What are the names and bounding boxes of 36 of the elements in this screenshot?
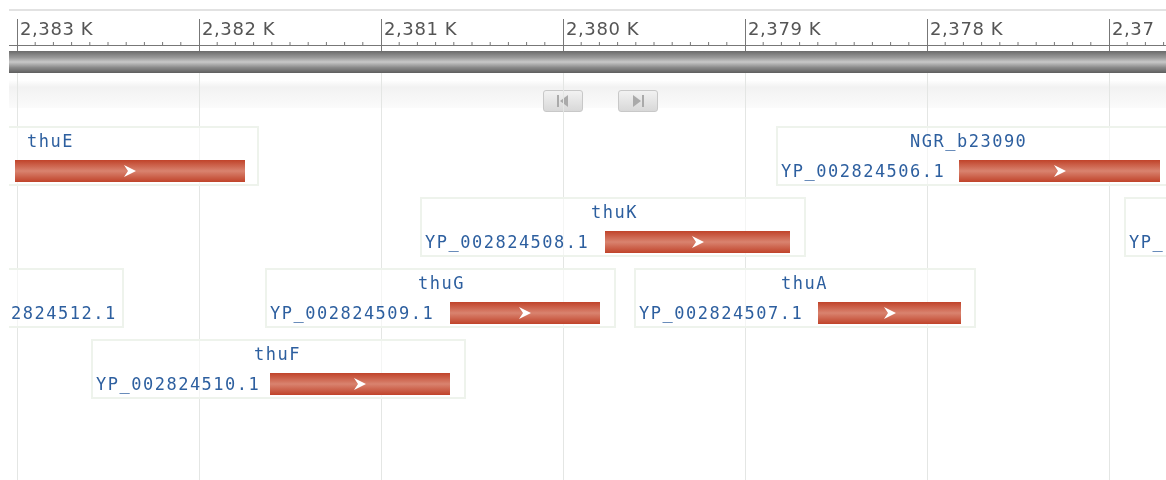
ruler-label: 2,378 K [930, 18, 1004, 40]
locus-tag: YP_ [1129, 232, 1165, 252]
locus-tag: YP_002824509.1 [270, 303, 435, 323]
skip-back-icon [555, 94, 571, 108]
gene-bar[interactable] [605, 231, 790, 253]
gene-bar[interactable] [959, 160, 1160, 182]
gene-name: thuK [591, 202, 638, 222]
direction-arrow-icon [518, 306, 532, 320]
gene-name: thuG [418, 273, 465, 293]
direction-arrow-icon [123, 164, 137, 178]
gene-name: thuF [254, 344, 301, 364]
locus-tag: YP_002824510.1 [96, 374, 261, 394]
gene-name: thuE [27, 131, 74, 151]
locus-tag: YP_002824506.1 [781, 161, 946, 181]
scroll-right-button[interactable] [618, 90, 658, 112]
gene-bar[interactable] [818, 302, 961, 324]
gene-bar[interactable] [15, 160, 245, 182]
gene-name: NGR_b23090 [910, 131, 1028, 151]
locus-tag: YP_002824507.1 [639, 303, 804, 323]
direction-arrow-icon [353, 377, 367, 391]
direction-arrow-icon [690, 235, 705, 249]
ruler-label: 2,382 K [202, 18, 276, 40]
ruler-label: 2,380 K [566, 18, 640, 40]
ruler-label: 2,383 K [20, 18, 94, 40]
direction-arrow-icon [1052, 164, 1067, 178]
locus-tag: 2824512.1 [11, 303, 117, 323]
direction-arrow-icon [882, 306, 897, 320]
gene-bar[interactable] [270, 373, 450, 395]
ruler-label: 2,381 K [384, 18, 458, 40]
gene-bar[interactable] [450, 302, 600, 324]
locus-tag: YP_002824508.1 [425, 232, 590, 252]
gene-name: thuA [781, 273, 828, 293]
ruler-label: 2,37 [1112, 18, 1155, 40]
ruler-label: 2,379 K [748, 18, 822, 40]
skip-forward-icon [630, 94, 646, 108]
scroll-left-button[interactable] [543, 90, 583, 112]
